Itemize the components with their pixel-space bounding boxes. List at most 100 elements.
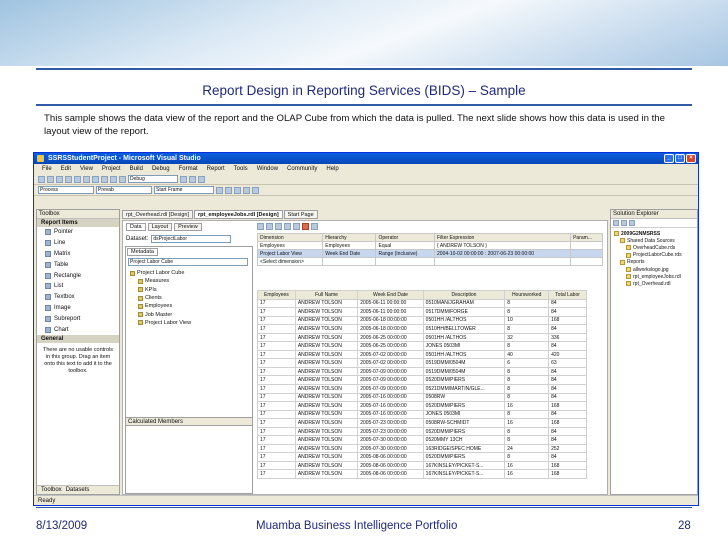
menu-build[interactable]: Build [130,164,143,174]
dataset-combo[interactable]: dsProjectLabor [151,235,232,243]
align-center-icon[interactable] [252,186,259,194]
table-row[interactable]: 17 ANDREW TOLSON 2005-07-23 00:00:00 0520DM… [257,426,587,437]
filter-row[interactable]: Employees Employees Equal { ANDREW TOLSO… [256,241,603,250]
import-icon[interactable] [257,223,264,230]
table-row[interactable]: 17 ANDREW TOLSON 2005-07-16 00:00:00 0508RW… [257,392,587,403]
save-all-icon[interactable] [65,175,72,183]
table-row[interactable]: 17 ANDREW TOLSON 2005-07-23 00:00:00 0508RW… [257,418,587,428]
refresh-icon[interactable] [629,220,635,226]
paste-icon[interactable] [92,175,99,183]
undo-icon[interactable] [101,175,108,183]
table-row[interactable]: 17 ANDREW TOLSON 2005-07-09 00:00:00 0521DM… [257,384,587,394]
cube-selector[interactable]: Project Labor Cube [128,258,248,266]
solution-node-project[interactable]: 2009G2NMSRSS [614,230,694,237]
close-icon[interactable]: × [686,154,696,163]
menu-help[interactable]: Help [326,164,338,174]
show-empty-cells-icon[interactable] [275,223,282,230]
col-employees[interactable]: Employees [257,290,296,300]
col-week-end-date[interactable]: Week End Date [357,290,424,300]
col-full-name[interactable]: Full Name [294,290,359,300]
underline-icon[interactable] [234,186,241,194]
table-row[interactable]: 17 ANDREW TOLSON 2005-06-18 00:00:00 0501HH… [257,315,587,326]
toolbar-combo-3[interactable]: Start Frame [154,186,214,194]
menu-file[interactable]: File [42,164,52,174]
minimize-icon[interactable]: _ [664,154,674,163]
cube-node-kpis[interactable]: KPIs [130,286,240,294]
doc-tab-employee-jobs[interactable]: rpt_employeeJobs.rdl [Design] [193,210,283,219]
table-row[interactable]: 17 ANDREW TOLSON 2005-07-16 00:00:00 JONES … [257,409,587,420]
table-row[interactable]: 17 ANDREW TOLSON 2005-07-09 00:00:00 0519DM… [257,366,587,377]
solution-node-reports[interactable]: Reports [614,259,694,266]
solution-node-project-labor-cube[interactable]: ProjectLaborCube.rds [614,252,694,259]
table-row[interactable]: 17 ANDREW TOLSON 2005-07-30 00:00:00 163RID… [257,443,587,454]
menu-project[interactable]: Project [102,164,121,174]
cube-node-project-labor-view[interactable]: Project Labor View [130,319,240,327]
save-icon[interactable] [56,175,63,183]
properties-icon[interactable] [613,220,619,226]
delete-icon[interactable] [302,223,309,230]
layout-view-tab[interactable]: Layout [147,223,173,231]
properties-icon[interactable] [189,175,196,183]
new-project-icon[interactable] [38,175,45,183]
doc-tab-overhead[interactable]: rpt_Overhead.rdl [Design] [122,210,193,219]
toolbox-item-line[interactable]: Line [37,238,119,249]
solution-node-shared-data-sources[interactable]: Shared Data Sources [614,237,694,244]
cube-node-measures[interactable]: Measures [130,277,240,285]
run-query-icon[interactable] [311,223,318,230]
table-row[interactable]: 17 ANDREW TOLSON 2005-06-25 00:00:00 JONES … [257,341,587,351]
copy-icon[interactable] [83,175,90,183]
design-mode-icon[interactable] [293,223,300,230]
configuration-combo[interactable]: Debug [128,175,178,183]
toolbox-item-textbox[interactable]: Textbox [37,292,119,303]
maximize-icon[interactable]: □ [675,154,685,163]
table-row[interactable]: 17 ANDREW TOLSON 2005-08-06 00:00:00 167KIN… [257,469,587,480]
table-row[interactable]: 17 ANDREW TOLSON 2005-07-02 00:00:00 0519DM… [257,358,587,368]
toolbox-item-subreport[interactable]: Subreport [37,313,119,324]
cube-node-clients[interactable]: Clients [130,294,240,302]
solution-node-overhead-cube[interactable]: OverheadCube.rds [614,244,694,251]
data-view-tab[interactable]: Data [126,223,146,231]
toolbox-item-rectangle[interactable]: Rectangle [37,270,119,281]
italic-icon[interactable] [225,186,232,194]
table-row[interactable]: 17 ANDREW TOLSON 2005-06-25 00:00:00 0501HH… [257,332,587,343]
filter-row[interactable]: <Select dimension> [256,257,603,266]
find-icon[interactable] [180,175,187,183]
cube-node-employees[interactable]: Employees [130,302,240,310]
menu-window[interactable]: Window [257,164,278,174]
col-description[interactable]: Description [422,290,506,300]
add-calculated-member-icon[interactable] [266,223,273,230]
table-row[interactable]: 17 ANDREW TOLSON 2005-06-11 00:00:00 0510MA… [257,298,587,309]
col-total-labor[interactable]: Total Labor [548,290,587,300]
auto-execute-icon[interactable] [284,223,291,230]
cube-node-root[interactable]: Project Labor Cube [130,269,240,277]
table-row[interactable]: 17 ANDREW TOLSON 2005-07-02 00:00:00 0501HH… [257,349,587,360]
menu-format[interactable]: Format [179,164,198,174]
table-row[interactable]: 17 ANDREW TOLSON 2005-07-09 00:00:00 0520DM… [257,375,587,385]
toolbar-combo-2[interactable]: Prevab [96,186,152,194]
table-row[interactable]: 17 ANDREW TOLSON 2005-06-11 00:00:00 0517DM… [257,307,587,317]
open-icon[interactable] [47,175,54,183]
toolbox-item-image[interactable]: Image [37,303,119,314]
menu-report[interactable]: Report [207,164,225,174]
solution-node-logo[interactable]: alĺworkslogo.jpg [614,266,694,273]
menu-edit[interactable]: Edit [61,164,71,174]
align-left-icon[interactable] [243,186,250,194]
table-row[interactable]: 17 ANDREW TOLSON 2005-06-18 00:00:00 0510HH… [257,324,587,334]
toolbox-item-matrix[interactable]: Matrix [37,249,119,260]
solution-node-overhead-report[interactable]: rpt_Overhead.rdl [614,280,694,287]
table-row[interactable]: 17 ANDREW TOLSON 2005-07-30 00:00:00 0520MM… [257,435,587,445]
menu-community[interactable]: Community [287,164,317,174]
preview-view-tab[interactable]: Preview [174,223,202,231]
toolbox-item-pointer[interactable]: Pointer [37,227,119,238]
toolbox-item-table[interactable]: Table [37,259,119,270]
solution-node-employee-jobs-report[interactable]: rpt_employeeJobs.rdl [614,273,694,280]
menu-view[interactable]: View [80,164,93,174]
table-row[interactable]: 17 ANDREW TOLSON 2005-08-06 00:00:00 167KIN… [257,460,587,471]
toolbox-tab[interactable]: Toolbox [41,486,62,494]
toolbox-section-header[interactable]: Report Items [37,219,119,227]
table-row[interactable]: 17 ANDREW TOLSON 2005-07-16 00:00:00 0520DM… [257,401,587,411]
cube-node-job-master[interactable]: Job Master [130,310,240,318]
show-all-files-icon[interactable] [621,220,627,226]
table-row[interactable]: 17 ANDREW TOLSON 2005-08-06 00:00:00 0520DM… [257,452,587,462]
col-hoursworked[interactable]: Hoursworked [504,290,550,300]
